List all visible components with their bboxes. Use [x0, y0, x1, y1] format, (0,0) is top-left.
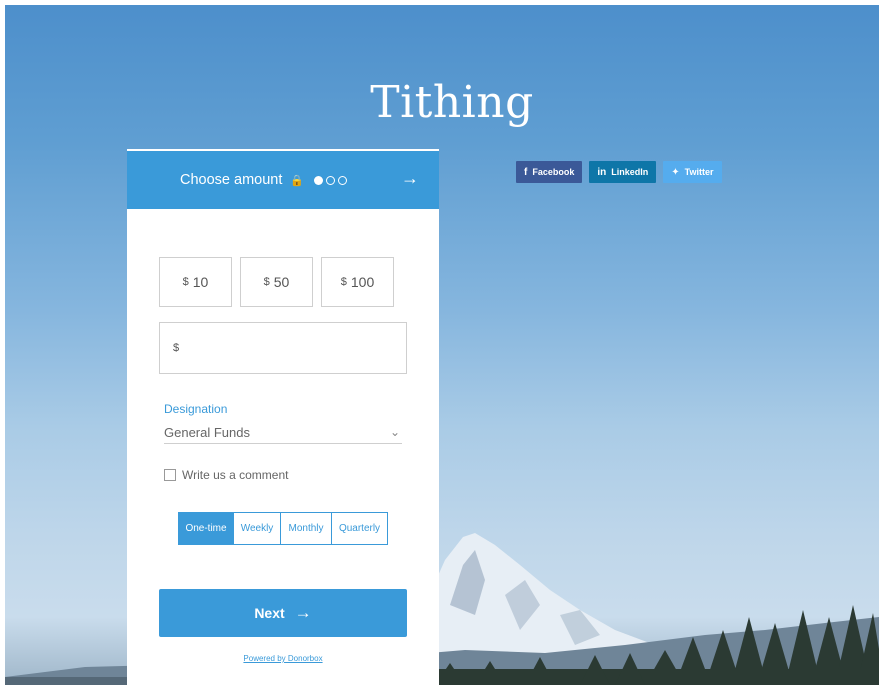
currency-symbol: $	[340, 276, 347, 288]
form-header: Choose amount 🔒 →	[127, 151, 439, 209]
arrow-right-icon: →	[294, 603, 312, 622]
step-dot-1	[314, 175, 324, 185]
amount-option-50[interactable]: $ 50	[240, 257, 313, 307]
step-dot-3	[338, 175, 348, 185]
donation-form-card: Choose amount 🔒 → $ 10 $ 50 $ 100 $ Desi…	[127, 149, 439, 685]
twitter-bird-icon: ✦	[671, 166, 680, 178]
form-step-title: Choose amount	[180, 172, 283, 188]
frequency-weekly[interactable]: Weekly	[234, 513, 281, 544]
chevron-down-icon: ⌄	[389, 425, 400, 439]
next-step-arrow-icon[interactable]: →	[401, 168, 419, 189]
facebook-share-button[interactable]: f Facebook	[516, 161, 583, 183]
twitter-share-button[interactable]: ✦ Twitter	[663, 161, 722, 183]
frequency-quarterly[interactable]: Quarterly	[332, 513, 387, 544]
linkedin-share-button[interactable]: in LinkedIn	[589, 161, 657, 183]
facebook-icon: f	[524, 166, 528, 178]
frequency-monthly[interactable]: Monthly	[281, 513, 332, 544]
twitter-label: Twitter	[684, 167, 714, 177]
custom-amount-field: $	[159, 322, 407, 374]
linkedin-label: LinkedIn	[611, 167, 649, 177]
amount-value: 100	[350, 274, 375, 290]
page-background: Tithing f Facebook in LinkedIn ✦ Twitter…	[5, 5, 879, 685]
step-dot-2	[326, 175, 336, 185]
amount-option-100[interactable]: $ 100	[321, 257, 394, 307]
powered-by-link[interactable]: Powered by Donorbox	[127, 654, 439, 663]
frequency-one-time[interactable]: One-time	[179, 513, 234, 544]
preset-amounts: $ 10 $ 50 $ 100	[159, 257, 394, 307]
next-button[interactable]: Next →	[159, 589, 407, 637]
currency-symbol: $	[182, 276, 189, 288]
social-share-bar: f Facebook in LinkedIn ✦ Twitter	[516, 161, 722, 183]
amount-value: 50	[273, 274, 290, 290]
lock-icon: 🔒	[290, 174, 305, 187]
designation-select[interactable]: General Funds ⌄	[164, 421, 402, 444]
comment-label[interactable]: Write us a comment	[182, 468, 288, 482]
comment-checkbox[interactable]	[164, 469, 176, 481]
facebook-label: Facebook	[532, 167, 575, 177]
linkedin-icon: in	[597, 166, 607, 178]
amount-option-10[interactable]: $ 10	[159, 257, 232, 307]
designation-selected-value: General Funds	[164, 424, 250, 440]
amount-value: 10	[192, 274, 209, 290]
custom-amount-input[interactable]	[179, 327, 406, 369]
designation-label: Designation	[164, 402, 228, 416]
currency-symbol: $	[263, 276, 270, 288]
comment-option: Write us a comment	[164, 468, 288, 482]
next-button-label: Next	[254, 605, 285, 621]
page-title: Tithing	[370, 77, 534, 128]
frequency-selector: One-time Weekly Monthly Quarterly	[178, 512, 388, 545]
step-indicator	[314, 175, 348, 185]
